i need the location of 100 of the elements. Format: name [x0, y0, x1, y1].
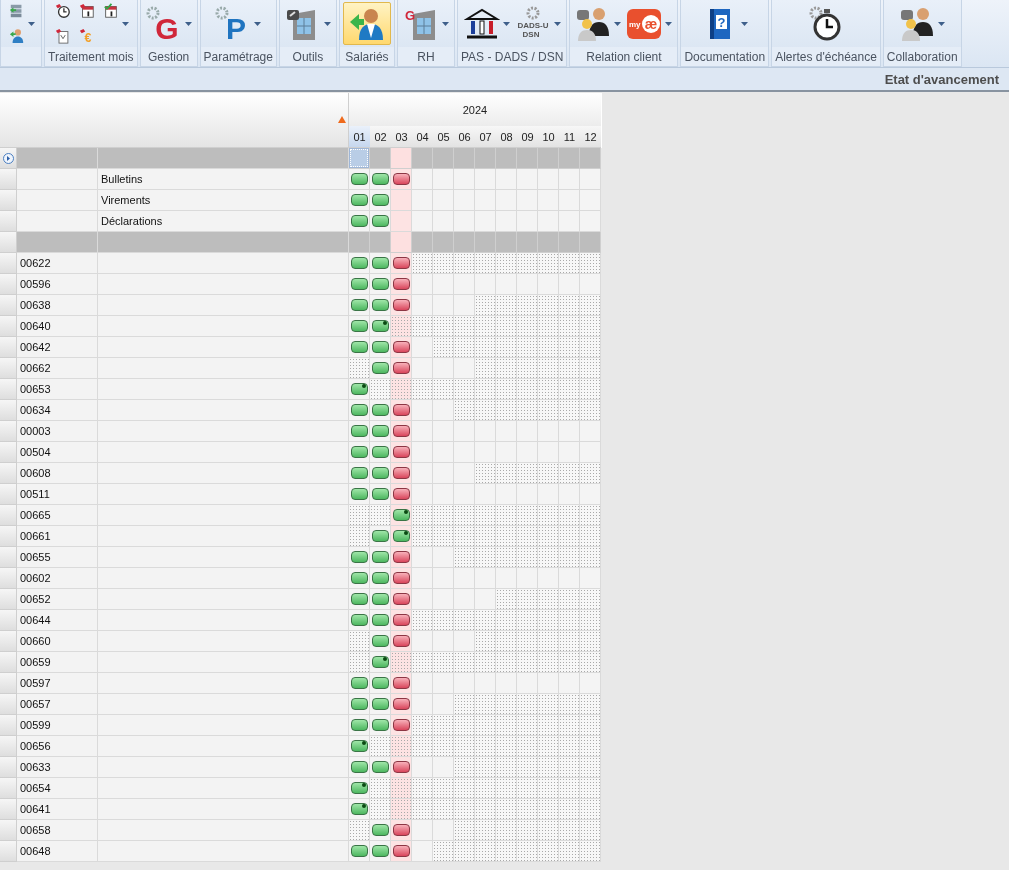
ribbon-button[interactable]: G	[400, 3, 451, 44]
status-cell[interactable]	[580, 169, 601, 190]
caret-icon[interactable]	[502, 21, 510, 26]
status-cell[interactable]	[475, 757, 496, 778]
status-cell[interactable]	[517, 442, 538, 463]
status-cell[interactable]	[433, 841, 454, 862]
status-cell[interactable]	[538, 589, 559, 610]
status-cell[interactable]	[370, 169, 391, 190]
status-cell[interactable]	[433, 589, 454, 610]
month-header[interactable]: 08	[496, 126, 517, 148]
status-cell[interactable]	[559, 631, 580, 652]
status-cell[interactable]	[412, 169, 433, 190]
status-cell[interactable]	[454, 757, 475, 778]
status-cell[interactable]	[559, 673, 580, 694]
status-cell[interactable]	[433, 652, 454, 673]
status-cell[interactable]	[349, 547, 370, 568]
status-cell[interactable]	[538, 526, 559, 547]
caret-icon[interactable]	[121, 21, 129, 26]
status-cell[interactable]	[580, 463, 601, 484]
status-cell[interactable]	[391, 631, 412, 652]
status-cell[interactable]	[580, 631, 601, 652]
status-cell[interactable]	[349, 316, 370, 337]
status-cell[interactable]	[580, 379, 601, 400]
status-cell[interactable]	[496, 484, 517, 505]
row-header[interactable]	[0, 232, 17, 253]
status-cell[interactable]	[580, 211, 601, 232]
status-cell[interactable]	[538, 736, 559, 757]
status-cell[interactable]	[391, 778, 412, 799]
status-cell[interactable]	[433, 673, 454, 694]
status-cell[interactable]	[349, 526, 370, 547]
status-cell[interactable]	[433, 169, 454, 190]
row-header[interactable]	[0, 211, 17, 232]
status-cell[interactable]	[454, 736, 475, 757]
row-header[interactable]	[0, 610, 17, 631]
status-cell[interactable]	[412, 400, 433, 421]
status-cell[interactable]	[475, 547, 496, 568]
status-cell[interactable]	[538, 253, 559, 274]
status-cell[interactable]	[412, 778, 433, 799]
status-cell[interactable]	[559, 442, 580, 463]
status-cell[interactable]	[538, 421, 559, 442]
status-cell[interactable]	[517, 400, 538, 421]
status-cell[interactable]	[349, 757, 370, 778]
status-cell[interactable]	[454, 673, 475, 694]
status-cell[interactable]	[538, 484, 559, 505]
status-cell[interactable]	[538, 337, 559, 358]
status-cell[interactable]	[454, 841, 475, 862]
status-cell[interactable]	[538, 673, 559, 694]
caret-icon[interactable]	[184, 21, 192, 26]
status-cell[interactable]	[538, 631, 559, 652]
status-cell[interactable]	[538, 841, 559, 862]
status-cell[interactable]	[496, 421, 517, 442]
status-cell[interactable]	[580, 358, 601, 379]
row-header[interactable]	[0, 316, 17, 337]
status-cell[interactable]	[475, 421, 496, 442]
status-cell[interactable]	[580, 274, 601, 295]
status-cell[interactable]	[538, 379, 559, 400]
status-cell[interactable]	[559, 190, 580, 211]
status-cell[interactable]	[559, 316, 580, 337]
status-cell[interactable]	[349, 652, 370, 673]
status-cell[interactable]	[475, 505, 496, 526]
status-cell[interactable]	[538, 757, 559, 778]
status-cell[interactable]	[391, 316, 412, 337]
caret-icon[interactable]	[323, 21, 331, 26]
status-cell[interactable]	[475, 841, 496, 862]
status-cell[interactable]	[559, 778, 580, 799]
status-cell[interactable]	[580, 820, 601, 841]
status-cell[interactable]	[412, 421, 433, 442]
status-cell[interactable]	[370, 736, 391, 757]
status-cell[interactable]	[496, 715, 517, 736]
status-cell[interactable]	[349, 274, 370, 295]
status-cell[interactable]	[496, 211, 517, 232]
status-cell[interactable]	[496, 274, 517, 295]
status-cell[interactable]	[454, 484, 475, 505]
status-cell[interactable]	[370, 484, 391, 505]
row-header[interactable]	[0, 694, 17, 715]
status-cell[interactable]	[433, 337, 454, 358]
caret-icon[interactable]	[28, 21, 35, 26]
status-cell[interactable]	[475, 610, 496, 631]
status-cell[interactable]	[370, 631, 391, 652]
status-cell[interactable]	[517, 799, 538, 820]
status-cell[interactable]	[559, 589, 580, 610]
status-cell[interactable]	[454, 568, 475, 589]
status-cell[interactable]	[538, 505, 559, 526]
status-cell[interactable]	[580, 484, 601, 505]
caret-icon[interactable]	[254, 21, 262, 26]
status-cell[interactable]	[370, 253, 391, 274]
status-cell[interactable]	[349, 610, 370, 631]
row-header[interactable]	[0, 295, 17, 316]
status-cell[interactable]	[454, 715, 475, 736]
status-cell[interactable]	[391, 589, 412, 610]
status-cell[interactable]	[454, 421, 475, 442]
status-cell[interactable]	[370, 190, 391, 211]
status-cell[interactable]	[496, 610, 517, 631]
status-cell[interactable]	[580, 442, 601, 463]
status-cell[interactable]	[475, 295, 496, 316]
status-cell[interactable]	[496, 316, 517, 337]
status-cell[interactable]	[412, 442, 433, 463]
status-cell[interactable]	[580, 337, 601, 358]
status-cell[interactable]	[517, 694, 538, 715]
status-cell[interactable]	[580, 799, 601, 820]
